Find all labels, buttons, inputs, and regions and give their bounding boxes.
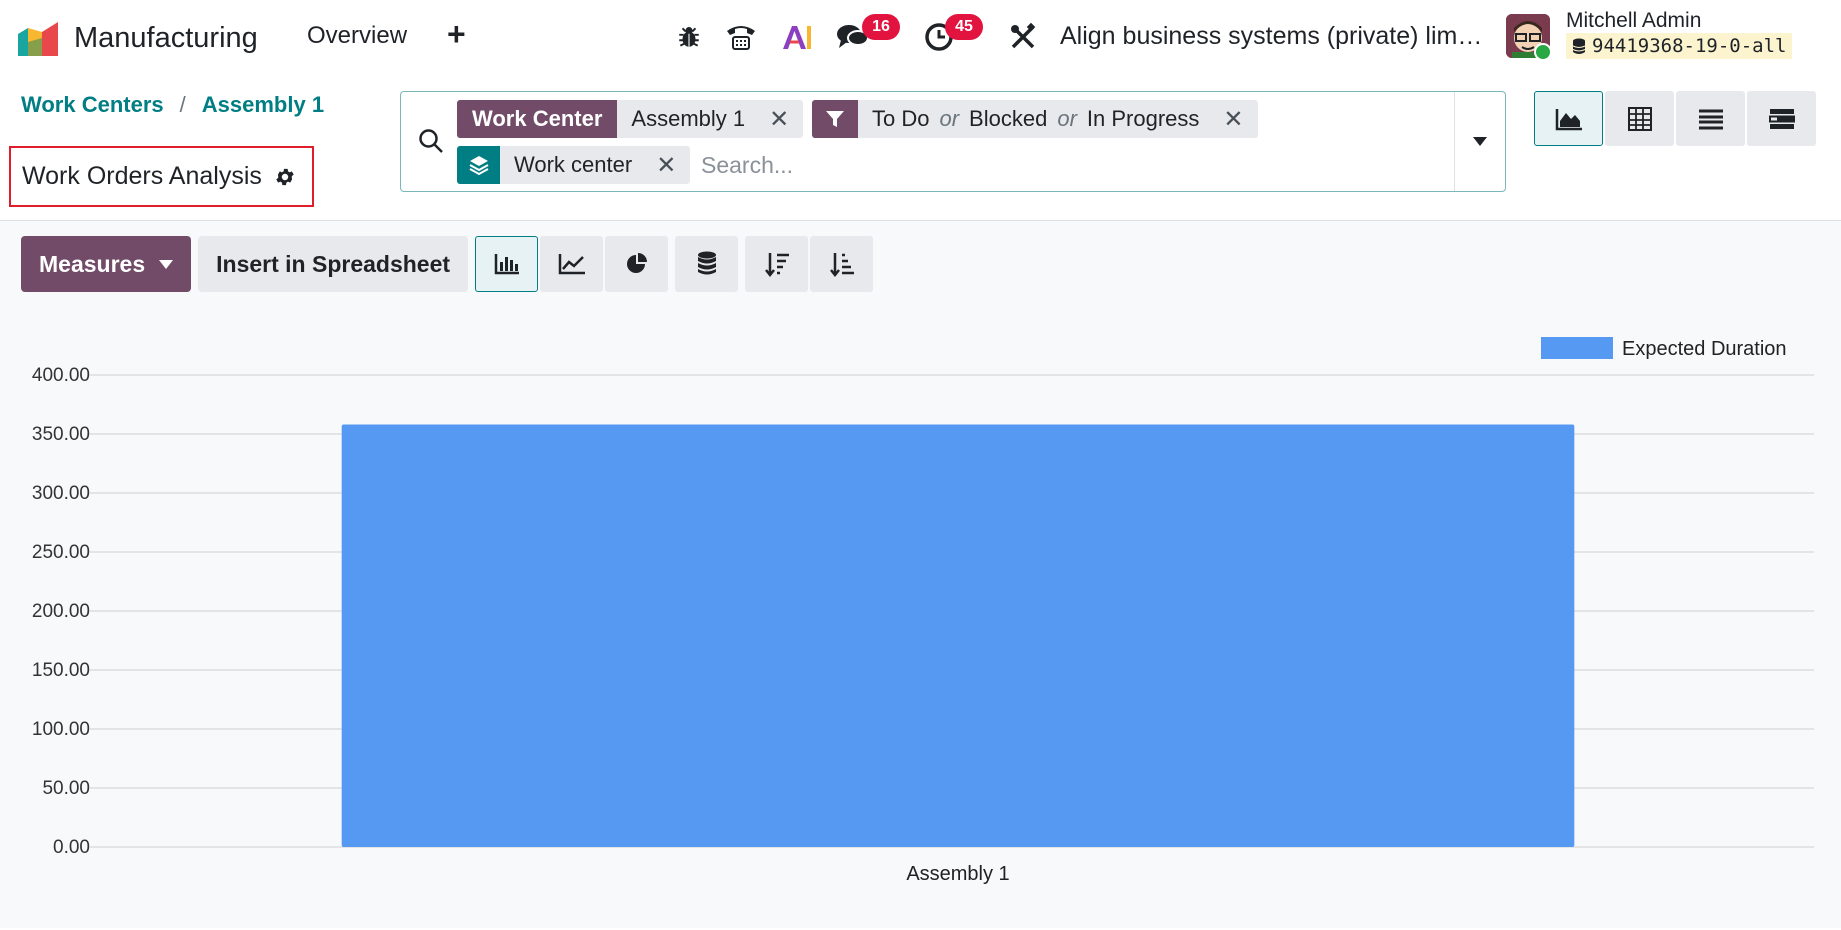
y-tick-label: 300.00: [32, 483, 90, 504]
breadcrumb-separator: /: [179, 92, 186, 117]
view-switcher: [1534, 91, 1816, 146]
facet-value: Blocked: [969, 106, 1048, 131]
breadcrumb: Work Centers / Assembly 1: [21, 92, 324, 118]
bar: [341, 424, 1575, 847]
line-chart-icon: [558, 254, 585, 275]
debug-bug-icon[interactable]: [672, 20, 706, 54]
legend-swatch: [1541, 337, 1613, 359]
new-menu-button[interactable]: +: [447, 16, 466, 53]
facet-value: Assembly 1: [631, 106, 746, 131]
filter-icon: [812, 100, 858, 138]
app-name: Manufacturing: [74, 21, 258, 54]
facet-joiner: or: [939, 106, 960, 131]
gantt-icon: [1768, 108, 1795, 129]
sort-descending-button[interactable]: [745, 236, 809, 292]
y-tick-label: 50.00: [42, 778, 90, 799]
legend-label: Expected Duration: [1622, 338, 1787, 360]
graph-toolbar: Measures Insert in Spreadsheet: [21, 236, 874, 292]
graph-view-button[interactable]: [1534, 91, 1603, 146]
bar-chart: 0.00 50.00 100.00 150.00 200.00 250.00 300.00 3…: [0, 325, 1841, 925]
page-title: Work Orders Analysis: [22, 162, 262, 190]
y-tick-label: 400.00: [32, 365, 90, 386]
measures-label: Measures: [39, 250, 146, 277]
pivot-view-button[interactable]: [1605, 91, 1674, 146]
measures-dropdown-button[interactable]: Measures: [21, 236, 192, 292]
facet-values: Work center ✕: [500, 146, 691, 184]
group-by-layers-icon: [457, 146, 500, 184]
gantt-view-button[interactable]: [1747, 91, 1816, 146]
y-tick-label: 0.00: [53, 837, 90, 858]
facet-group-by: Work center ✕: [457, 146, 691, 184]
facet-joiner: or: [1057, 106, 1077, 131]
database-badge: 94419368-19-0-all: [1566, 33, 1793, 59]
y-tick-label: 350.00: [32, 424, 90, 445]
insert-in-spreadsheet-button[interactable]: Insert in Spreadsheet: [198, 236, 469, 292]
chart-type-group: [475, 236, 669, 292]
y-tick-label: 150.00: [32, 660, 90, 681]
database-name: 94419368-19-0-all: [1592, 35, 1787, 57]
search-options-toggle[interactable]: [1454, 92, 1505, 191]
sort-ascending-icon: [829, 253, 854, 277]
y-tick-label: 250.00: [32, 542, 90, 563]
line-chart-button[interactable]: [540, 236, 604, 292]
list-view-button[interactable]: [1676, 91, 1745, 146]
sort-group: [745, 236, 874, 292]
app-brand[interactable]: Manufacturing: [14, 18, 258, 58]
gear-icon[interactable]: [274, 166, 296, 188]
breadcrumb-work-centers[interactable]: Work Centers: [21, 92, 164, 118]
caret-down-icon: [159, 259, 174, 269]
company-switcher[interactable]: Align business systems (private) lim…: [1060, 22, 1480, 51]
phone-icon[interactable]: [724, 20, 758, 54]
database-stack-icon: [697, 251, 716, 275]
activities-count-badge: 45: [945, 14, 983, 40]
y-tick-label: 200.00: [32, 601, 90, 622]
facet-remove-icon[interactable]: ✕: [656, 151, 676, 180]
caret-down-icon: [1473, 137, 1487, 146]
sort-ascending-button[interactable]: [810, 236, 874, 292]
facet-work-center: Work Center Assembly 1 ✕: [457, 100, 804, 138]
search-icon[interactable]: [418, 128, 444, 154]
menu-overview[interactable]: Overview: [307, 22, 407, 50]
top-navbar: Manufacturing Overview + 16 45 Align bus…: [0, 0, 1841, 74]
page-title-area: Work Orders Analysis: [9, 146, 314, 207]
pie-chart-icon: [626, 253, 647, 273]
facet-value: In Progress: [1086, 106, 1200, 131]
facet-value: To Do: [872, 106, 930, 131]
search-panel: Work Center Assembly 1 ✕ To Do or Blocke…: [400, 91, 1506, 192]
x-tick-label: Assembly 1: [906, 863, 1009, 885]
facet-values: Assembly 1 ✕: [617, 100, 804, 138]
facet-status-filter: To Do or Blocked or In Progress ✕: [812, 100, 1258, 138]
bar-chart-button[interactable]: [475, 236, 539, 292]
online-status-dot: [1534, 43, 1552, 61]
facet-value: Work center: [514, 152, 633, 177]
stacked-button[interactable]: [675, 236, 739, 292]
database-icon: [1572, 38, 1586, 54]
pivot-table-icon: [1627, 106, 1652, 131]
facet-values: To Do or Blocked or In Progress ✕: [858, 100, 1258, 138]
facet-tag-label: Work Center: [457, 100, 618, 138]
pie-chart-button[interactable]: [605, 236, 669, 292]
facet-remove-icon[interactable]: ✕: [1223, 105, 1243, 134]
chart-canvas: 0.00 50.00 100.00 150.00 200.00 250.00 300.00 3…: [32, 337, 1814, 885]
user-name[interactable]: Mitchell Admin: [1566, 9, 1701, 33]
y-tick-label: 100.00: [32, 719, 90, 740]
facet-remove-icon[interactable]: ✕: [769, 105, 789, 134]
tools-icon[interactable]: [1006, 20, 1040, 54]
area-chart-icon: [1555, 108, 1582, 130]
sort-descending-icon: [764, 253, 789, 277]
messages-count-badge: 16: [862, 14, 900, 40]
search-input[interactable]: [701, 146, 1301, 184]
breadcrumb-assembly-1[interactable]: Assembly 1: [202, 92, 324, 118]
manufacturing-app-icon: [18, 22, 58, 56]
ai-icon[interactable]: [780, 20, 814, 54]
list-icon: [1698, 109, 1723, 129]
bar-chart-icon: [494, 254, 519, 275]
